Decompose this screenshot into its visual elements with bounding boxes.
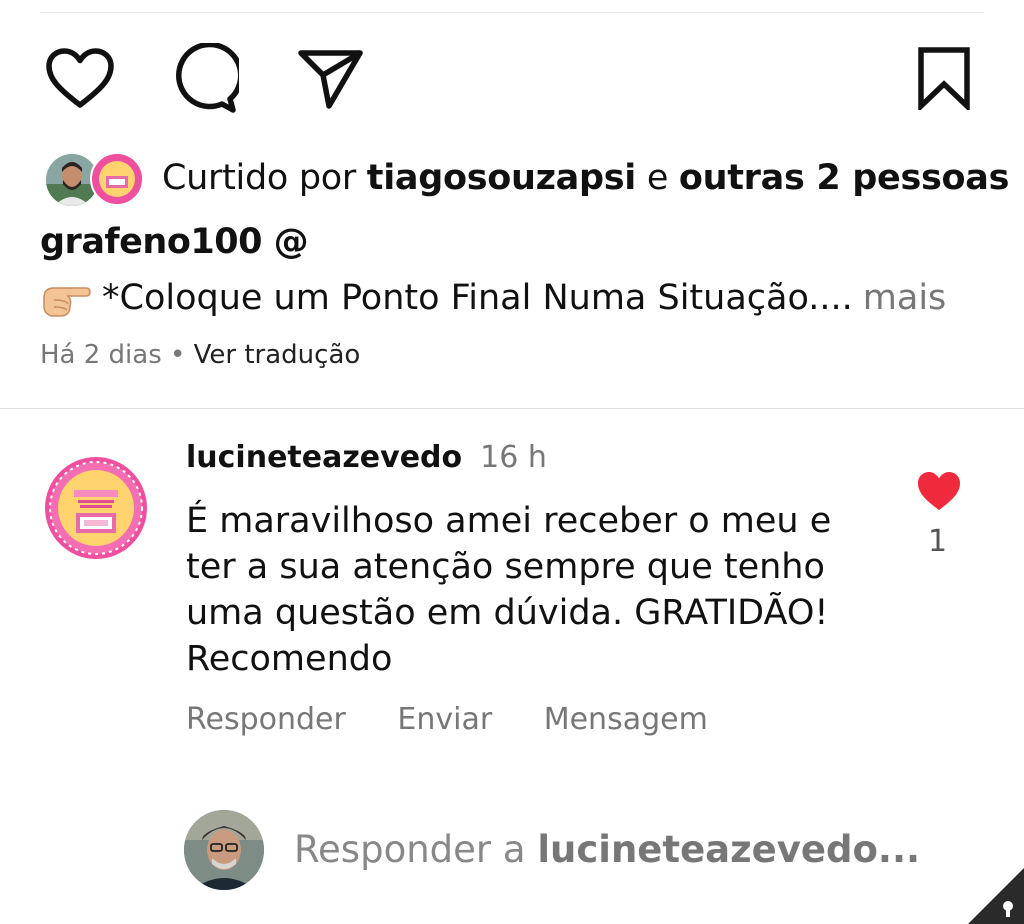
likes-others-link[interactable]: outras 2 pessoas <box>679 158 1010 198</box>
meta-separator: • <box>170 340 186 370</box>
comment-button[interactable] <box>166 40 242 116</box>
heart-outline-icon <box>46 48 114 108</box>
comment-actions: Responder Enviar Mensagem <box>186 702 750 737</box>
caption-username[interactable]: grafeno100 @ <box>40 222 309 262</box>
comment-username[interactable]: lucineteazevedo <box>186 440 462 475</box>
corner-handle-icon[interactable] <box>968 868 1024 924</box>
likes-row[interactable]: Curtido por tiagosouzapsi e outras 2 pes… <box>44 148 1009 208</box>
top-divider <box>40 12 984 13</box>
caption-more-link[interactable]: mais <box>863 278 947 318</box>
comment-header: lucineteazevedo 16 h <box>186 440 547 475</box>
comment-text: É maravilhoso amei receber o meu e ter a… <box>186 501 832 679</box>
likes-connector: e <box>646 158 669 198</box>
send-button[interactable]: Enviar <box>397 702 492 737</box>
translate-link[interactable]: Ver tradução <box>194 340 361 370</box>
post-meta: Há 2 dias • Ver tradução <box>40 340 360 370</box>
caption-text: *Coloque um Ponto Final Numa Situação...… <box>102 278 853 318</box>
paper-plane-icon <box>298 50 363 109</box>
caption: *Coloque um Ponto Final Numa Situação...… <box>40 276 946 320</box>
liker-avatars <box>44 150 144 208</box>
post-action-bar <box>0 40 1024 120</box>
comment-like-button[interactable] <box>916 470 962 512</box>
current-user-avatar <box>184 810 264 890</box>
heart-filled-icon <box>918 472 960 510</box>
reply-input[interactable]: Responder a lucineteazevedo... <box>294 828 920 871</box>
section-divider <box>0 408 1024 409</box>
comment-like-count: 1 <box>928 524 948 559</box>
comment-time: 16 h <box>480 440 547 475</box>
comment-bubble-icon <box>176 43 239 113</box>
likes-summary: Curtido por tiagosouzapsi e outras 2 pes… <box>162 158 1009 198</box>
pointing-hand-icon <box>43 287 91 317</box>
avatar <box>90 152 144 206</box>
likes-prefix: Curtido por <box>162 158 356 198</box>
like-button[interactable] <box>42 40 118 116</box>
reply-prefix: Responder a <box>294 828 526 871</box>
share-button[interactable] <box>292 40 368 116</box>
post-time: Há 2 dias <box>40 340 162 370</box>
comment-avatar[interactable] <box>44 456 148 560</box>
save-button[interactable] <box>906 40 982 116</box>
bookmark-icon <box>918 47 970 110</box>
message-button[interactable]: Mensagem <box>544 702 708 737</box>
liker-username[interactable]: tiagosouzapsi <box>367 158 637 198</box>
reply-button[interactable]: Responder <box>186 702 346 737</box>
reply-target-user: lucineteazevedo... <box>537 828 921 871</box>
